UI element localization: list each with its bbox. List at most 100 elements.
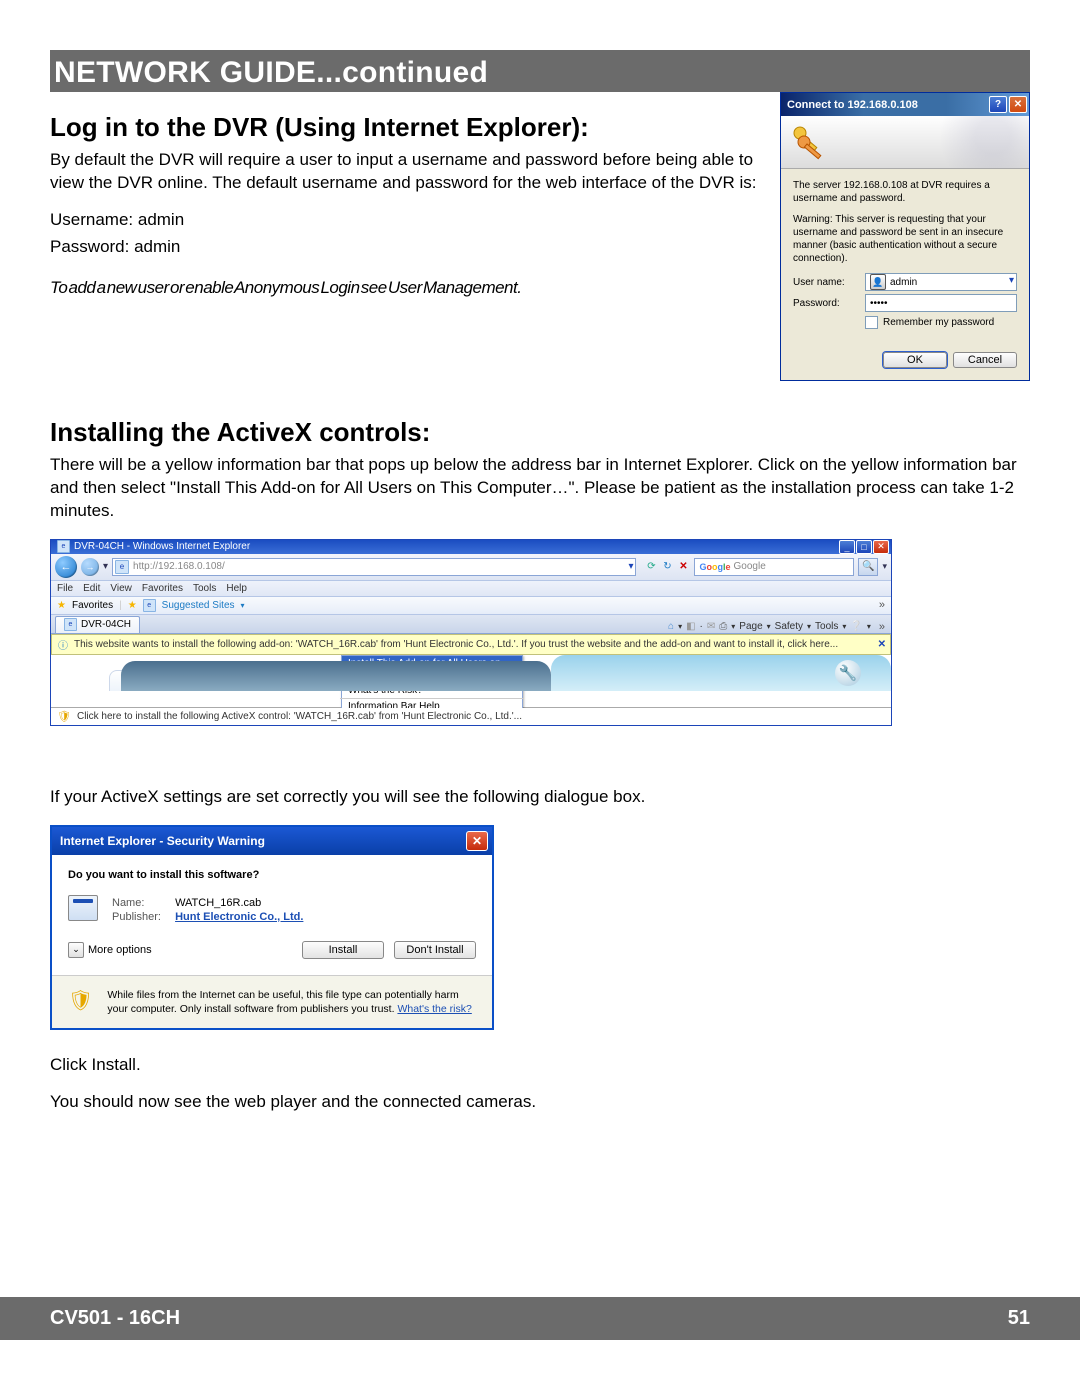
menu-view[interactable]: View xyxy=(110,583,132,594)
home-icon[interactable]: ⌂ xyxy=(668,621,674,632)
menu-edit[interactable]: Edit xyxy=(83,583,100,594)
help-button[interactable]: ? xyxy=(989,96,1007,113)
page-header: NETWORK GUIDE...continued xyxy=(50,50,1030,92)
info-icon: ⓘ xyxy=(58,637,68,652)
password-input[interactable]: ••••• xyxy=(865,294,1017,312)
menu-help[interactable]: Help xyxy=(226,583,247,594)
remember-checkbox[interactable] xyxy=(865,316,878,329)
tab-page-icon: e xyxy=(64,618,77,631)
search-placeholder: Google xyxy=(734,561,766,572)
ie-info-bar[interactable]: ⓘ This website wants to install the foll… xyxy=(51,634,891,655)
ie-window-title: DVR-04CH - Windows Internet Explorer xyxy=(74,541,250,552)
page-panel-light: 🔧 xyxy=(551,655,891,691)
publisher-key: Publisher: xyxy=(112,911,172,923)
security-close-button[interactable]: ✕ xyxy=(466,831,488,851)
username-input[interactable]: 👤 admin xyxy=(865,273,1017,291)
go-icon[interactable]: ⟳ xyxy=(644,560,658,574)
name-key: Name: xyxy=(112,897,172,909)
software-icon xyxy=(68,895,98,921)
login-paragraph: By default the DVR will require a user t… xyxy=(50,149,762,195)
publisher-link[interactable]: Hunt Electronic Co., Ltd. xyxy=(175,911,303,923)
cancel-button[interactable]: Cancel xyxy=(953,352,1017,368)
ie-fav-icon: e xyxy=(143,599,156,612)
dialog-msg2: Warning: This server is requesting that … xyxy=(793,213,1017,265)
username-value: admin xyxy=(890,277,917,288)
install-button[interactable]: Install xyxy=(302,941,384,959)
chevron-down-icon: ⌄ xyxy=(68,942,84,958)
favorites-label[interactable]: Favorites xyxy=(72,600,113,611)
dont-install-button[interactable]: Don't Install xyxy=(394,941,476,959)
login-note: To add a new user or enable Anonymous Lo… xyxy=(50,277,762,300)
ie-page-content: Install This Add-on for All Users on Thi… xyxy=(51,655,891,708)
ok-button[interactable]: OK xyxy=(883,352,947,368)
info-bar-text: This website wants to install the follow… xyxy=(74,639,838,650)
google-icon: Google xyxy=(699,562,730,572)
warning-icon: 🛡 xyxy=(68,988,93,1016)
person-icon: 👤 xyxy=(870,274,886,290)
address-bar[interactable]: e http://192.168.0.108/ ▾ xyxy=(112,558,636,576)
shield-icon: 🛡 xyxy=(57,710,71,723)
connect-dialog: Connect to 192.168.0.108 ? ✕ The server … xyxy=(780,92,1030,381)
security-dialog: Internet Explorer - Security Warning ✕ D… xyxy=(50,825,494,1030)
activex-p1: There will be a yellow information bar t… xyxy=(50,454,1030,523)
forward-button[interactable]: → xyxy=(81,558,99,576)
ie-menu-bar: File Edit View Favorites Tools Help xyxy=(51,581,891,597)
close-button[interactable]: ✕ xyxy=(1009,96,1027,113)
keys-icon xyxy=(791,124,827,160)
tab-label: DVR-04CH xyxy=(81,619,131,630)
section-activex-title: Installing the ActiveX controls: xyxy=(50,417,1030,448)
tools-menu[interactable]: Tools xyxy=(815,621,838,632)
search-button[interactable]: 🔍 xyxy=(858,558,878,576)
ie-bottom-text: Click here to install the following Acti… xyxy=(77,711,522,722)
name-value: WATCH_16R.cab xyxy=(175,897,261,909)
safety-menu[interactable]: Safety xyxy=(775,621,803,632)
login-username-line: Username: admin xyxy=(50,209,762,232)
security-dialog-title: Internet Explorer - Security Warning xyxy=(60,834,265,848)
refresh-icon[interactable]: ↻ xyxy=(660,560,674,574)
stop-icon[interactable]: ✕ xyxy=(676,560,690,574)
web-player-text: You should now see the web player and th… xyxy=(50,1091,1030,1114)
ie-window: e DVR-04CH - Windows Internet Explorer _… xyxy=(50,539,892,726)
activex-p2: If your ActiveX settings are set correct… xyxy=(50,786,1030,809)
star-icon: ★ xyxy=(57,600,66,611)
feed-icon[interactable]: ◧ xyxy=(686,621,695,632)
click-install-text: Click Install. xyxy=(50,1054,1030,1077)
dialog-msg1: The server 192.168.0.108 at DVR requires… xyxy=(793,179,1017,205)
username-label: User name: xyxy=(793,277,865,288)
footer-model: CV501 - 16CH xyxy=(50,1307,180,1330)
more-options-label: More options xyxy=(88,944,152,956)
section-login-title: Log in to the DVR (Using Internet Explor… xyxy=(50,112,762,143)
back-button[interactable]: ← xyxy=(55,556,77,578)
more-options[interactable]: ⌄ More options xyxy=(68,942,152,958)
password-value: ••••• xyxy=(870,298,888,309)
login-password-line: Password: admin xyxy=(50,236,762,259)
menu-tools[interactable]: Tools xyxy=(193,583,216,594)
search-box[interactable]: Google Google xyxy=(694,558,854,576)
address-url: http://192.168.0.108/ xyxy=(133,561,225,572)
dialog-banner xyxy=(781,116,1029,169)
connect-dialog-title: Connect to 192.168.0.108 xyxy=(787,99,918,111)
security-question: Do you want to install this software? xyxy=(68,869,476,881)
security-warning-text: While files from the Internet can be use… xyxy=(107,988,476,1016)
mail-icon[interactable]: ✉ xyxy=(707,621,715,632)
ie-app-icon: e xyxy=(57,540,70,553)
whats-the-risk-link[interactable]: What's the risk? xyxy=(397,1003,471,1015)
menu-file[interactable]: File xyxy=(57,583,73,594)
wrench-icon: 🔧 xyxy=(835,660,861,686)
maximize-button[interactable]: □ xyxy=(856,540,872,554)
minimize-button[interactable]: _ xyxy=(839,540,855,554)
menu-favorites[interactable]: Favorites xyxy=(142,583,183,594)
help-icon[interactable]: ❔ xyxy=(850,621,862,632)
window-close-button[interactable]: ✕ xyxy=(873,540,889,554)
page-menu[interactable]: Page xyxy=(739,621,762,632)
page-footer: CV501 - 16CH 51 xyxy=(0,1297,1080,1340)
print-icon[interactable]: ⎙ xyxy=(719,621,727,632)
page-panel-dark xyxy=(121,661,551,691)
suggested-sites-link[interactable]: Suggested Sites xyxy=(162,600,235,611)
ie-page-icon: e xyxy=(115,560,129,574)
remember-label: Remember my password xyxy=(883,317,994,328)
footer-page-number: 51 xyxy=(1008,1307,1030,1330)
info-bar-close-icon[interactable]: ✕ xyxy=(878,639,886,650)
browser-tab[interactable]: e DVR-04CH xyxy=(55,616,140,633)
star-small-icon: ★ xyxy=(128,600,137,611)
